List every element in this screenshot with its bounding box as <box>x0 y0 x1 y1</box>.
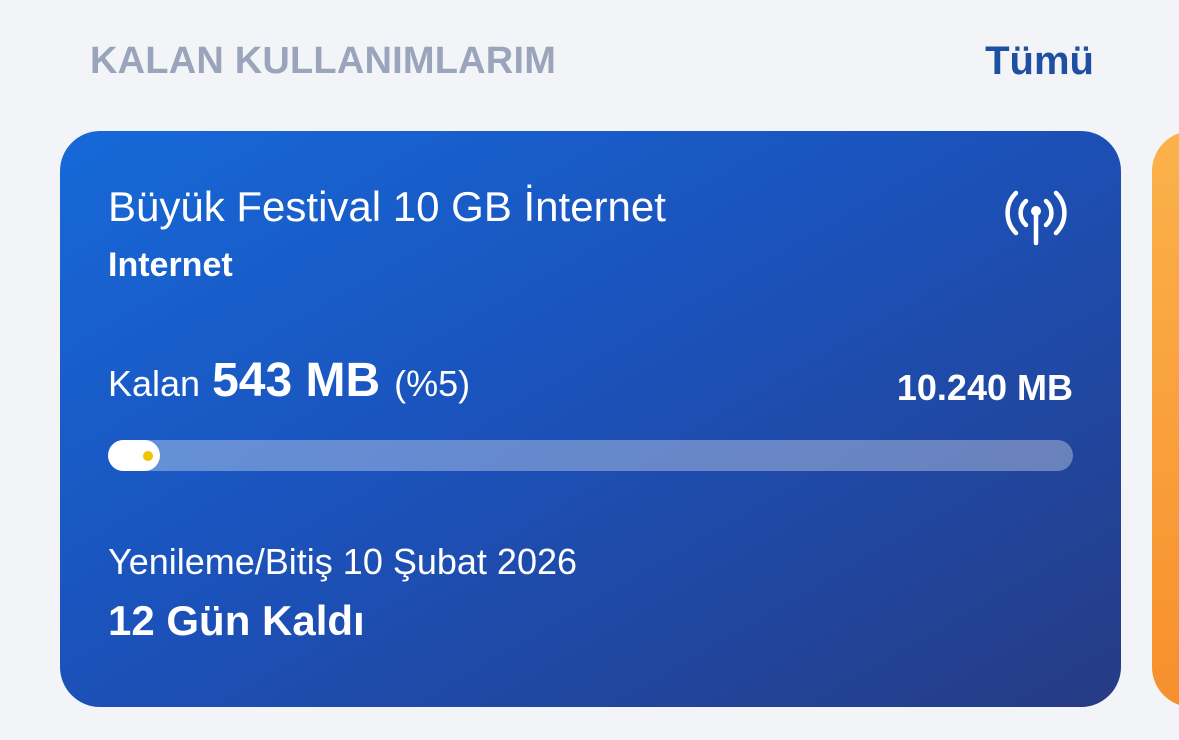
progress-dot <box>143 451 153 461</box>
remaining-percent: (%5) <box>394 363 471 404</box>
package-name: Büyük Festival 10 GB İnternet <box>108 183 666 230</box>
remaining-row: Kalan 543 MB (%5) <box>108 353 470 408</box>
next-usage-card[interactable] <box>1152 131 1179 707</box>
usage-progress-track <box>108 440 1073 471</box>
usage-card[interactable]: Büyük Festival 10 GB İnternet Internet K… <box>60 131 1121 707</box>
days-left: 12 Gün Kaldı <box>108 597 365 644</box>
total-value: 10.240 MB <box>896 367 1073 408</box>
remaining-value: 543 MB <box>212 354 381 407</box>
renewal-date: Yenileme/Bitiş 10 Şubat 2026 <box>108 541 578 582</box>
usage-progress-fill <box>108 440 160 471</box>
section-header: KALAN KULLANIMLARIM Tümü <box>90 36 1094 86</box>
remaining-label: Kalan <box>108 363 201 404</box>
see-all-link[interactable]: Tümü <box>985 39 1094 84</box>
section-title: KALAN KULLANIMLARIM <box>90 39 557 82</box>
package-type: Internet <box>108 246 233 284</box>
signal-tower-icon <box>1005 190 1067 246</box>
